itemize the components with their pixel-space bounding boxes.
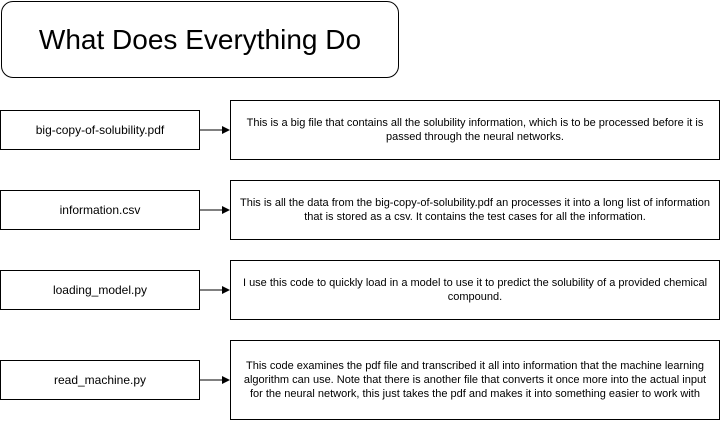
description-node-read-machine-py: This code examines the pdf file and tran… <box>230 340 720 420</box>
description-node-loading-model-py: I use this code to quickly load in a mod… <box>230 260 720 320</box>
file-node-read-machine-py: read_machine.py <box>0 360 200 400</box>
arrow-connector <box>200 126 230 134</box>
file-node-big-copy-of-solubility-pdf: big-copy-of-solubility.pdf <box>0 110 200 150</box>
file-node-loading-model-py: loading_model.py <box>0 270 200 310</box>
arrow-connector <box>200 286 230 294</box>
description-node-big-copy-of-solubility-pdf: This is a big file that contains all the… <box>230 100 720 160</box>
file-node-information-csv: information.csv <box>0 190 200 230</box>
diagram-title: What Does Everything Do <box>1 1 399 78</box>
arrow-connector <box>200 376 230 384</box>
arrow-connector <box>200 206 230 214</box>
description-node-information-csv: This is all the data from the big-copy-o… <box>230 180 720 240</box>
